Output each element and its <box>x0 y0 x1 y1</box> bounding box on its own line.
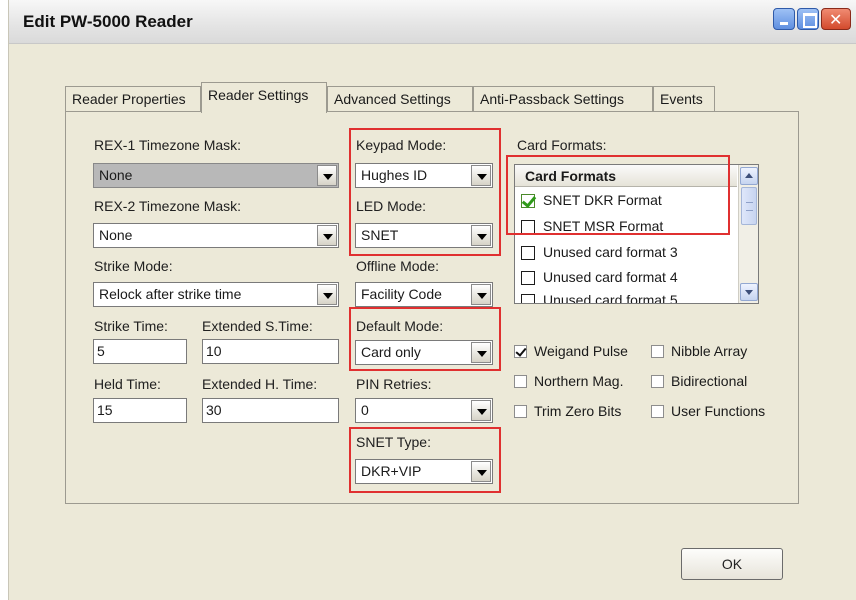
offline-mode-value: Facility Code <box>361 286 442 302</box>
pin-retries-label: PIN Retries: <box>356 376 432 392</box>
rex1-value: None <box>99 167 133 183</box>
rex2-label: REX-2 Timezone Mask: <box>94 198 242 214</box>
rex1-select[interactable]: None <box>93 163 339 188</box>
chevron-down-icon[interactable] <box>471 461 491 482</box>
weigand-pulse-label: Weigand Pulse <box>534 343 628 359</box>
ok-button[interactable]: OK <box>681 548 783 580</box>
northern-mag-label: Northern Mag. <box>534 373 624 389</box>
user-functions-label: User Functions <box>671 403 766 419</box>
extended-strike-time-value: 10 <box>206 343 222 359</box>
chevron-down-icon[interactable] <box>317 165 337 186</box>
extended-strike-time-label: Extended S.Time: <box>202 318 313 334</box>
tab-advanced-settings[interactable]: Advanced Settings <box>327 86 473 112</box>
led-mode-value: SNET <box>361 227 399 243</box>
snet-type-value: DKR+VIP <box>361 463 422 479</box>
strike-mode-label: Strike Mode: <box>94 258 173 274</box>
snet-type-label: SNET Type: <box>356 434 431 450</box>
checkbox-icon[interactable] <box>651 375 664 388</box>
list-item-label: SNET MSR Format <box>543 218 664 234</box>
keypad-mode-label: Keypad Mode: <box>356 137 447 153</box>
scroll-down-icon[interactable] <box>740 283 758 301</box>
checkbox-icon[interactable] <box>651 345 664 358</box>
pin-retries-select[interactable]: 0 <box>355 398 493 423</box>
list-item-label: Unused card format 5 <box>543 292 678 304</box>
snet-type-select[interactable]: DKR+VIP <box>355 459 493 484</box>
list-item-label: Unused card format 3 <box>543 244 678 260</box>
title-bar[interactable]: Edit PW-5000 Reader ✕ <box>9 0 856 44</box>
minimize-button[interactable] <box>773 8 795 30</box>
default-mode-select[interactable]: Card only <box>355 340 493 365</box>
checkbox-icon[interactable] <box>651 405 664 418</box>
chevron-down-icon[interactable] <box>471 165 491 186</box>
strike-time-input[interactable]: 5 <box>93 339 187 364</box>
keypad-mode-value: Hughes ID <box>361 167 428 183</box>
window-title: Edit PW-5000 Reader <box>23 12 193 31</box>
chevron-down-icon[interactable] <box>317 284 337 305</box>
pin-retries-value: 0 <box>361 402 369 418</box>
default-mode-value: Card only <box>361 344 421 360</box>
tab-reader-properties[interactable]: Reader Properties <box>65 86 201 112</box>
strike-mode-select[interactable]: Relock after strike time <box>93 282 339 307</box>
held-time-value: 15 <box>97 402 113 418</box>
rex1-label: REX-1 Timezone Mask: <box>94 137 242 153</box>
checkbox-icon[interactable] <box>514 375 527 388</box>
rex2-select[interactable]: None <box>93 223 339 248</box>
strike-time-label: Strike Time: <box>94 318 168 334</box>
led-mode-label: LED Mode: <box>356 198 427 214</box>
trim-zero-bits-label: Trim Zero Bits <box>534 403 622 419</box>
offline-mode-label: Offline Mode: <box>356 258 440 274</box>
strike-mode-value: Relock after strike time <box>99 286 242 302</box>
checkbox-icon[interactable] <box>521 246 535 260</box>
checkbox-checked-icon[interactable] <box>514 345 527 358</box>
dialog-window: Edit PW-5000 Reader ✕ Reader Properties … <box>8 0 856 600</box>
led-mode-select[interactable]: SNET <box>355 223 493 248</box>
extended-held-time-value: 30 <box>206 402 222 418</box>
extended-held-time-input[interactable]: 30 <box>202 398 339 423</box>
strike-time-value: 5 <box>97 343 105 359</box>
card-formats-header[interactable]: Card Formats <box>515 165 737 187</box>
checkbox-icon[interactable] <box>521 294 535 303</box>
chevron-down-icon[interactable] <box>317 225 337 246</box>
checkbox-icon[interactable] <box>514 405 527 418</box>
chevron-down-icon[interactable] <box>471 284 491 305</box>
checkbox-icon[interactable] <box>521 271 535 285</box>
list-item-label: SNET DKR Format <box>543 192 662 208</box>
scroll-thumb[interactable] <box>741 187 757 225</box>
card-formats-label: Card Formats: <box>517 137 607 153</box>
extended-held-time-label: Extended H. Time: <box>202 376 318 392</box>
offline-mode-select[interactable]: Facility Code <box>355 282 493 307</box>
tab-reader-settings[interactable]: Reader Settings <box>201 82 327 113</box>
card-formats-list[interactable]: Card Formats SNET DKR Format SNET MSR Fo… <box>514 164 759 304</box>
held-time-input[interactable]: 15 <box>93 398 187 423</box>
extended-strike-time-input[interactable]: 10 <box>202 339 339 364</box>
checkbox-checked-icon[interactable] <box>521 194 535 208</box>
bidirectional-label: Bidirectional <box>671 373 748 389</box>
maximize-button[interactable] <box>797 8 819 30</box>
chevron-down-icon[interactable] <box>471 400 491 421</box>
vertical-scrollbar[interactable] <box>738 165 758 303</box>
close-icon: ✕ <box>829 12 843 29</box>
nibble-array-label: Nibble Array <box>671 343 748 359</box>
scroll-up-icon[interactable] <box>740 167 758 185</box>
rex2-value: None <box>99 227 133 243</box>
keypad-mode-select[interactable]: Hughes ID <box>355 163 493 188</box>
close-button[interactable]: ✕ <box>821 8 851 30</box>
tab-events[interactable]: Events <box>653 86 715 112</box>
default-mode-label: Default Mode: <box>356 318 444 334</box>
list-item-label: Unused card format 4 <box>543 269 678 285</box>
chevron-down-icon[interactable] <box>471 342 491 363</box>
tab-anti-passback-settings[interactable]: Anti-Passback Settings <box>473 86 653 112</box>
checkbox-icon[interactable] <box>521 220 535 234</box>
chevron-down-icon[interactable] <box>471 225 491 246</box>
held-time-label: Held Time: <box>94 376 161 392</box>
